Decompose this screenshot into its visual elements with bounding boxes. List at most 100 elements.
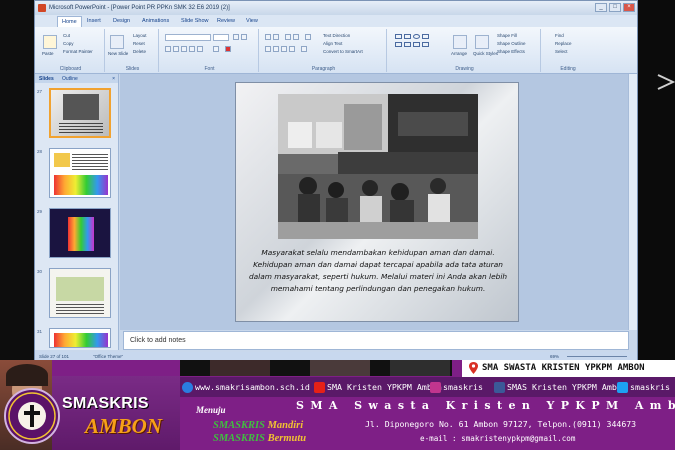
- select-button[interactable]: Select: [555, 49, 568, 54]
- convert-smartart-button[interactable]: Convert to SmartArt: [323, 49, 363, 54]
- slide-thumbnail-27[interactable]: [49, 88, 111, 138]
- ribbon-tabs: Home Insert Design Animations Slide Show…: [35, 15, 637, 27]
- youtube-link[interactable]: SMA Kristen YPKPM Ambon: [314, 377, 442, 397]
- new-slide-icon[interactable]: [110, 35, 124, 49]
- reset-button[interactable]: Reset: [133, 41, 145, 46]
- vertical-scrollbar[interactable]: [628, 74, 637, 330]
- school-logo: [4, 388, 60, 444]
- underline-icon[interactable]: [181, 46, 187, 52]
- shape-fill-button[interactable]: Shape Fill: [497, 33, 517, 38]
- background-right: [638, 0, 675, 360]
- shape-outline-button[interactable]: Shape Outline: [497, 41, 526, 46]
- sparkle-icon: [657, 74, 675, 90]
- decrease-indent-icon[interactable]: [285, 34, 291, 40]
- panel-close-button[interactable]: ×: [112, 76, 115, 82]
- align-center-icon[interactable]: [273, 46, 279, 52]
- motto-word: Mandiri: [267, 420, 304, 431]
- paste-button[interactable]: Paste: [42, 51, 54, 56]
- school-address: Jl. Diponegoro No. 61 Ambon 97127, Telpo…: [365, 419, 637, 429]
- shape-arrow-icon[interactable]: [395, 42, 402, 47]
- tab-design[interactable]: Design: [113, 18, 130, 24]
- quick-styles-button[interactable]: Quick Styles: [473, 51, 498, 56]
- panel-tabs: Slides Outline ×: [35, 74, 118, 83]
- tab-slide-show[interactable]: Slide Show: [181, 18, 209, 24]
- shape-effects-button[interactable]: Shape Effects: [497, 49, 525, 54]
- shape-star-icon[interactable]: [422, 42, 429, 47]
- instagram-link[interactable]: smaskris: [430, 377, 483, 397]
- slide-thumbnail-28[interactable]: [49, 148, 111, 198]
- columns-icon[interactable]: [301, 46, 307, 52]
- current-slide[interactable]: Masyarakat selalu mendambakan kehidupan …: [235, 82, 519, 322]
- tab-review[interactable]: Review: [217, 18, 235, 24]
- shape-rectangle-icon[interactable]: [404, 34, 411, 39]
- paste-icon[interactable]: [43, 35, 57, 49]
- shrink-font-icon[interactable]: [241, 34, 247, 40]
- font-name-field[interactable]: [165, 34, 211, 41]
- bold-icon[interactable]: [165, 46, 171, 52]
- arrange-icon[interactable]: [453, 35, 467, 49]
- tab-insert[interactable]: Insert: [87, 18, 101, 24]
- format-painter-button[interactable]: Format Painter: [63, 49, 93, 54]
- italic-icon[interactable]: [173, 46, 179, 52]
- close-button[interactable]: ×: [623, 3, 635, 12]
- background-left: [0, 0, 34, 360]
- tab-outline[interactable]: Outline: [62, 76, 78, 82]
- tab-home[interactable]: Home: [57, 16, 82, 27]
- delete-button[interactable]: Delete: [133, 49, 146, 54]
- grow-font-icon[interactable]: [233, 34, 239, 40]
- font-size-field[interactable]: [213, 34, 229, 41]
- arrange-button[interactable]: Arrange: [451, 51, 467, 56]
- cut-button[interactable]: Cut: [63, 33, 70, 38]
- slide-thumbnail-29[interactable]: [49, 208, 111, 258]
- website-link[interactable]: www.smakrisambon.sch.id: [182, 377, 310, 397]
- theme-name: "Office Theme": [93, 354, 124, 359]
- shape-oval-icon[interactable]: [413, 34, 420, 39]
- find-button[interactable]: Find: [555, 33, 564, 38]
- shape-line-icon[interactable]: [395, 34, 402, 39]
- facebook-link[interactable]: SMAS Kristen YPKPM Ambon: [494, 377, 627, 397]
- strip-image: [390, 360, 450, 376]
- align-left-icon[interactable]: [265, 46, 271, 52]
- shape-callout-icon[interactable]: [413, 42, 420, 47]
- change-case-icon[interactable]: [213, 46, 219, 52]
- align-right-icon[interactable]: [281, 46, 287, 52]
- numbering-icon[interactable]: [273, 34, 279, 40]
- editing-group: Find Replace Select Editing: [543, 29, 593, 72]
- bullets-icon[interactable]: [265, 34, 271, 40]
- thumbnail-image: [56, 277, 104, 301]
- window-title: Microsoft PowerPoint - [Power Point PR P…: [49, 5, 230, 11]
- align-text-button[interactable]: Align Text: [323, 41, 342, 46]
- minimize-button[interactable]: _: [595, 3, 607, 12]
- shape-triangle-icon[interactable]: [404, 42, 411, 47]
- zoom-level: 69%: [550, 354, 560, 359]
- maximize-button[interactable]: □: [609, 3, 621, 12]
- powerpoint-app-icon[interactable]: [38, 4, 46, 12]
- justify-icon[interactable]: [289, 46, 295, 52]
- tab-slides[interactable]: Slides: [39, 76, 54, 82]
- slide-thumbnail-30[interactable]: [49, 268, 111, 318]
- replace-button[interactable]: Replace: [555, 41, 572, 46]
- shape-rounded-icon[interactable]: [422, 34, 429, 39]
- zoom-slider[interactable]: [567, 356, 627, 357]
- brand-ambon: AMBON: [85, 414, 163, 438]
- slide-number: 31: [37, 329, 43, 334]
- new-slide-button[interactable]: New Slide: [108, 51, 128, 56]
- strikethrough-icon[interactable]: [189, 46, 195, 52]
- quick-styles-icon[interactable]: [475, 35, 489, 49]
- shadow-icon[interactable]: [197, 46, 203, 52]
- tab-animations[interactable]: Animations: [142, 18, 169, 24]
- twitter-link[interactable]: smaskris: [617, 377, 670, 397]
- line-spacing-icon[interactable]: [305, 34, 311, 40]
- increase-indent-icon[interactable]: [293, 34, 299, 40]
- slide-count: Slide 27 of 101: [39, 354, 70, 359]
- font-color-icon[interactable]: [225, 46, 231, 52]
- slide-caption: Masyarakat selalu mendambakan kehidupan …: [248, 248, 508, 293]
- notes-pane[interactable]: Click to add notes: [123, 331, 629, 350]
- copy-button[interactable]: Copy: [63, 41, 74, 46]
- slide-thumbnail-31[interactable]: [49, 328, 111, 348]
- tab-view[interactable]: View: [246, 18, 258, 24]
- layout-button[interactable]: Layout: [133, 33, 147, 38]
- brand-smaskris: SMASKRIS: [62, 395, 149, 412]
- slide-number: 29: [37, 209, 43, 214]
- text-direction-button[interactable]: Text Direction: [323, 33, 350, 38]
